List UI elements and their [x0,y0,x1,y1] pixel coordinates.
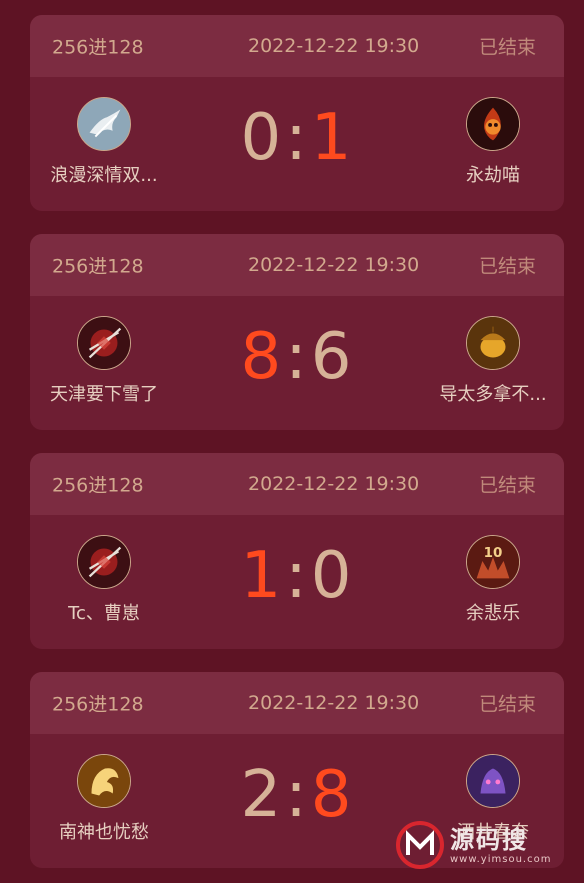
watermark-url: www.yimsou.com [450,853,552,865]
fire-mask-icon [466,97,520,151]
score-right: 6 [310,320,354,394]
match-header: 256进128 2022-12-22 19:30 已结束 [30,234,564,296]
round-label: 256进128 [52,36,144,59]
score-right: 1 [310,101,354,175]
badge-10-icon: 10 [466,535,520,589]
score-right: 0 [310,539,354,613]
watermark-text: 源码搜 www.yimsou.com [450,826,551,865]
match-time: 2022-12-22 19:30 [248,254,420,276]
right-team[interactable]: 永劫喵 [418,97,564,187]
match-header: 256进128 2022-12-22 19:30 已结束 [30,453,564,515]
team-name: 永劫喵 [466,165,520,186]
round-label: 256进128 [52,255,144,278]
score-separator: : [285,758,309,832]
right-team[interactable]: 导太多拿不... [418,316,564,406]
match-card[interactable]: 256进128 2022-12-22 19:30 已结束 浪漫深情双... 0:… [30,15,564,211]
status-label: 已结束 [478,255,536,278]
round-label: 256进128 [52,474,144,497]
status-label: 已结束 [478,693,536,716]
match-body: 天津要下雪了 8:6 导太多拿不... [30,296,564,430]
status-label: 已结束 [478,36,536,59]
right-team[interactable]: 10 余悲乐 [418,535,564,625]
match-card[interactable]: 256进128 2022-12-22 19:30 已结束 天津要下雪了 8:6 … [30,234,564,430]
match-card[interactable]: 256进128 2022-12-22 19:30 已结束 Tc、曹崽 1:0 1… [30,453,564,649]
purple-demon-icon [466,754,520,808]
team-name: 余悲乐 [466,603,520,624]
watermark: 源码搜 www.yimsou.com [396,817,576,873]
score-left: 0 [240,101,284,175]
score-separator: : [285,101,309,175]
logo-m-icon [396,821,444,869]
score-separator: : [285,320,309,394]
watermark-main: 源码搜 [450,825,528,854]
round-label: 256进128 [52,693,144,716]
score-left: 1 [240,539,284,613]
match-time: 2022-12-22 19:30 [248,692,420,714]
score-right: 8 [310,758,354,832]
golden-acorn-icon [466,316,520,370]
badge-text: 10 [484,545,503,561]
match-header: 256进128 2022-12-22 19:30 已结束 [30,672,564,734]
score-left: 8 [240,320,284,394]
status-label: 已结束 [478,474,536,497]
team-name: 导太多拿不... [439,384,547,405]
match-body: 浪漫深情双... 0:1 永劫喵 [30,77,564,211]
score-separator: : [285,539,309,613]
match-header: 256进128 2022-12-22 19:30 已结束 [30,15,564,77]
match-body: Tc、曹崽 1:0 10 余悲乐 [30,515,564,649]
match-time: 2022-12-22 19:30 [248,473,420,495]
score-left: 2 [240,758,284,832]
match-time: 2022-12-22 19:30 [248,35,420,57]
